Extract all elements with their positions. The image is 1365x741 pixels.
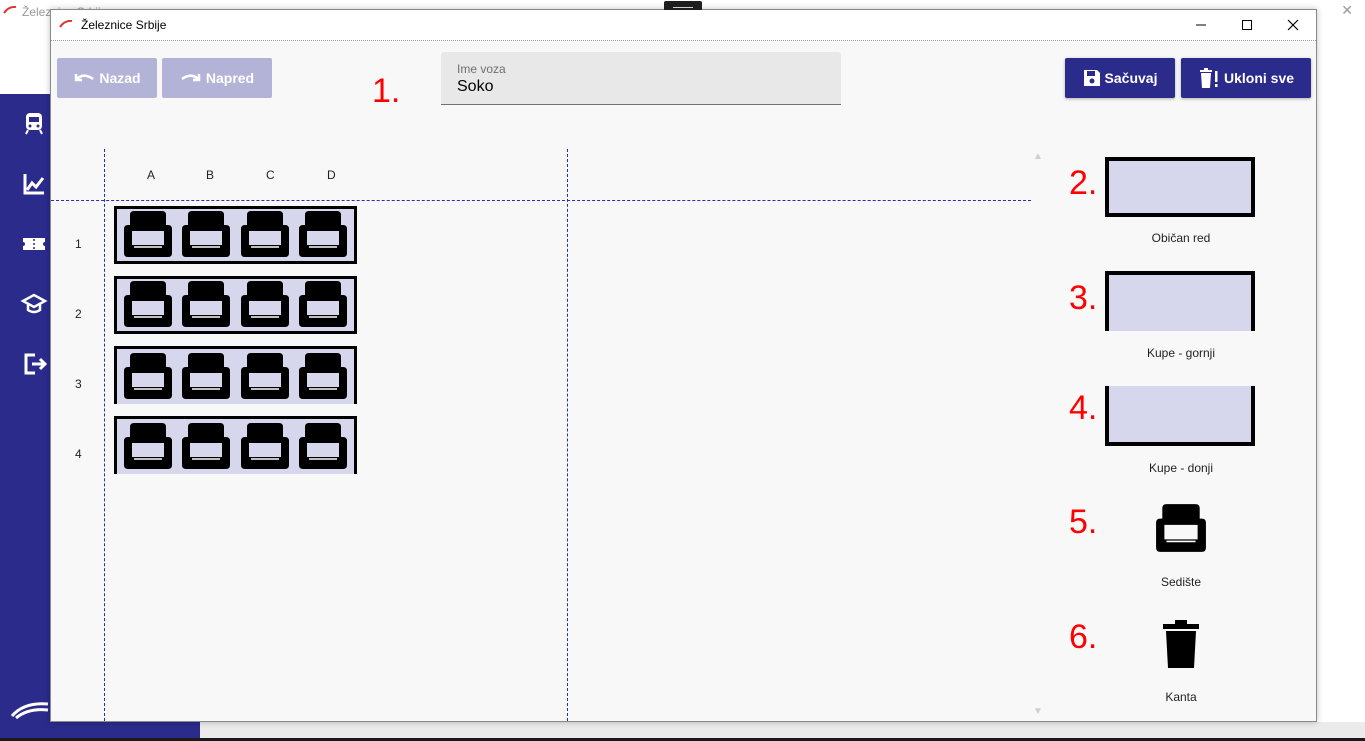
armchair-icon (182, 211, 231, 257)
dialog-title: Železnice Srbije (81, 18, 167, 32)
seat-row[interactable] (114, 206, 357, 264)
trash-tool[interactable] (1161, 620, 1201, 670)
trash-alert-icon (1199, 68, 1218, 88)
train-name-input[interactable] (457, 78, 827, 96)
seat-row[interactable] (114, 346, 357, 404)
editor-dialog: Železnice Srbije Nazad Napred 1. Ime voz… (50, 1, 1317, 722)
compartment-top-tool[interactable] (1105, 271, 1255, 331)
armchair-icon (298, 211, 347, 257)
armchair-icon (1156, 504, 1206, 552)
armchair-icon (240, 281, 289, 327)
forward-button[interactable]: Napred (162, 58, 272, 98)
armchair-icon (298, 281, 347, 327)
seat-label: Sedište (1160, 575, 1202, 589)
graduation-cap-icon[interactable] (20, 290, 48, 318)
undo-icon (75, 74, 95, 82)
minimize-button[interactable] (1178, 10, 1224, 40)
maximize-button[interactable] (1224, 10, 1270, 40)
chart-icon[interactable] (20, 170, 48, 198)
minimize-icon (1196, 24, 1206, 26)
save-button[interactable]: Sačuvaj (1065, 58, 1175, 98)
column-header: C (266, 168, 275, 182)
brand-logo-icon (10, 702, 49, 720)
armchair-icon (124, 422, 173, 469)
annotation-number: 5. (1069, 503, 1098, 541)
column-header: A (147, 168, 156, 182)
armchair-icon (240, 352, 289, 399)
remove-all-button[interactable]: Ukloni sve (1181, 58, 1311, 98)
armchair-icon (298, 422, 347, 469)
scroll-up-icon[interactable]: ▲ (1031, 150, 1045, 164)
column-header: B (206, 168, 215, 182)
armchair-icon (182, 422, 231, 469)
save-icon (1083, 70, 1100, 86)
row-header: 3 (75, 377, 82, 391)
ticket-icon[interactable] (20, 230, 48, 258)
seat-row[interactable] (114, 416, 357, 474)
back-button[interactable]: Nazad (57, 58, 157, 98)
close-icon (1287, 19, 1299, 31)
armchair-icon (182, 352, 231, 399)
annotation-number: 4. (1069, 389, 1098, 427)
armchair-icon (298, 352, 347, 399)
row-header: 1 (75, 237, 82, 251)
ordinary-row-tool[interactable] (1105, 157, 1255, 217)
compartment-top-label: Kupe - gornji (1146, 346, 1216, 360)
ordinary-row-label: Običan red (1151, 231, 1211, 245)
remove-all-label: Ukloni sve (1223, 70, 1295, 86)
row-header: 4 (75, 447, 82, 461)
app-logo-icon (3, 6, 17, 14)
compartment-bottom-tool[interactable] (1105, 386, 1255, 446)
annotation-number: 6. (1069, 618, 1098, 656)
trash-label: Kanta (1165, 690, 1197, 704)
armchair-icon (240, 211, 289, 257)
armchair-icon (124, 352, 173, 399)
background-close-icon[interactable]: ✕ (1341, 2, 1353, 19)
maximize-icon (1242, 20, 1252, 30)
redo-icon (181, 74, 201, 82)
save-label: Sačuvaj (1104, 70, 1158, 86)
trash-icon (1163, 620, 1199, 668)
forward-label: Napred (205, 70, 255, 86)
app-logo-icon (59, 20, 73, 28)
compartment-bottom-label: Kupe - donji (1148, 461, 1214, 475)
annotation-number: 3. (1069, 279, 1098, 317)
grid-divider-left (104, 149, 105, 721)
dialog-titlebar: Železnice Srbije (51, 10, 1316, 41)
logout-icon[interactable] (20, 350, 48, 378)
grid-divider-right (567, 149, 568, 721)
seat-tool[interactable] (1154, 502, 1208, 556)
column-header: D (327, 168, 336, 182)
train-name-label: Ime voza (457, 62, 506, 76)
seat-row[interactable] (114, 276, 357, 334)
grid-divider-header (51, 200, 1031, 201)
annotation-number: 1. (372, 72, 401, 110)
armchair-icon (124, 211, 173, 257)
row-header: 2 (75, 307, 82, 321)
train-icon[interactable] (20, 109, 48, 137)
armchair-icon (124, 281, 173, 327)
scroll-down-icon[interactable]: ▼ (1031, 705, 1045, 719)
armchair-icon (240, 422, 289, 469)
armchair-icon (182, 281, 231, 327)
back-label: Nazad (99, 70, 141, 86)
annotation-number: 2. (1069, 164, 1098, 202)
close-button[interactable] (1270, 10, 1316, 40)
train-name-field[interactable]: Ime voza (441, 52, 841, 105)
